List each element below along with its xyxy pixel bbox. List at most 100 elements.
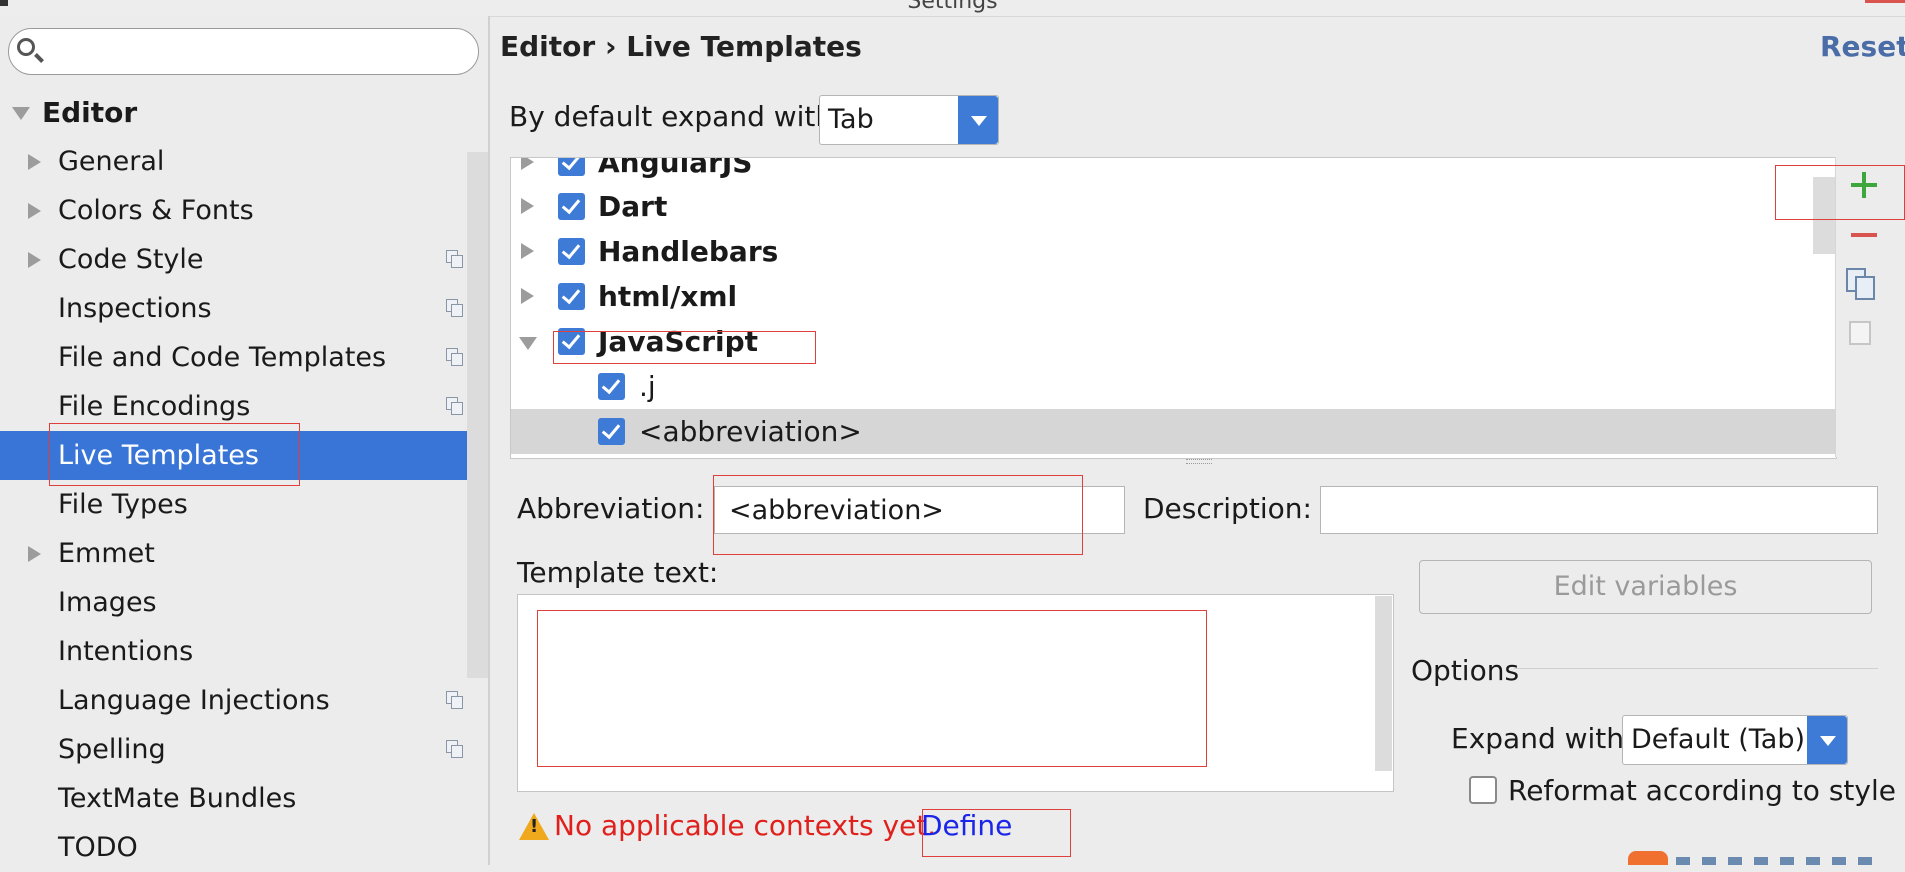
chevron-right-icon[interactable] [28, 546, 41, 562]
reset-link[interactable]: Reset [1820, 30, 1905, 63]
chevron-right-icon[interactable] [521, 288, 534, 304]
project-settings-icon [446, 299, 463, 317]
options-separator [1514, 668, 1878, 669]
reformat-checkbox[interactable] [1469, 776, 1497, 804]
annotation-box [49, 423, 300, 486]
dropdown-arrow-icon[interactable] [958, 96, 998, 144]
project-settings-icon [446, 348, 463, 366]
annotation-box [553, 331, 816, 364]
sidebar-item-label: Intentions [58, 636, 194, 667]
template-checkbox[interactable] [598, 373, 625, 400]
overlay-toolbar [1676, 857, 1876, 865]
sidebar-item-colors-fonts[interactable]: Colors & Fonts [0, 186, 488, 235]
description-label: Description: [1143, 492, 1312, 525]
template-text-label: Template text: [517, 556, 719, 589]
splitter-handle[interactable] [1186, 459, 1212, 464]
annotation-box [713, 475, 1083, 555]
sidebar-item-language-injections[interactable]: Language Injections [0, 676, 488, 725]
edit-variables-button[interactable]: Edit variables [1419, 560, 1872, 614]
chevron-right-icon[interactable] [521, 198, 534, 214]
sidebar-item-file-types[interactable]: File Types [0, 480, 488, 529]
group-label: html/xml [598, 280, 738, 313]
template-group-angularjs[interactable]: AngularJS [511, 157, 1836, 185]
group-label: AngularJS [598, 157, 753, 179]
group-label: Dart [598, 190, 668, 223]
title-bar: Settings [0, 0, 1905, 17]
dropdown-arrow-icon[interactable] [1807, 716, 1847, 764]
sidebar-item-emmet[interactable]: Emmet [0, 529, 488, 578]
expand-with-select[interactable]: Default (Tab) [1622, 715, 1848, 765]
template-group-dart[interactable]: Dart [511, 184, 1836, 229]
remove-icon[interactable] [1851, 233, 1877, 237]
project-settings-icon [446, 691, 463, 709]
expand-with-label: Expand with [1451, 722, 1625, 755]
sidebar-item-images[interactable]: Images [0, 578, 488, 627]
sidebar-root-label: Editor [42, 96, 138, 129]
template-group-html-xml[interactable]: html/xml [511, 274, 1836, 319]
project-settings-icon [446, 740, 463, 758]
chevron-right-icon[interactable] [28, 154, 41, 170]
sidebar-item-label: Code Style [58, 244, 204, 275]
no-contexts-warning: No applicable contexts yet. [554, 809, 937, 842]
sidebar-item-label: General [58, 146, 165, 177]
description-field[interactable] [1320, 486, 1878, 534]
sidebar-item-label: Language Injections [58, 685, 330, 716]
annotation-box [1775, 165, 1905, 220]
sidebar-item-label: Emmet [58, 538, 155, 569]
template-item-abbreviation[interactable]: <abbreviation> [511, 409, 1836, 454]
annotation-box [537, 610, 1207, 767]
template-item-j[interactable]: .j [511, 364, 1836, 409]
sidebar-item-textmate-bundles[interactable]: TextMate Bundles [0, 774, 488, 823]
sidebar-scrollbar[interactable] [467, 152, 488, 678]
project-settings-icon [446, 250, 463, 268]
template-checkbox[interactable] [598, 418, 625, 445]
reformat-label[interactable]: Reformat according to style [1508, 774, 1896, 807]
search-input[interactable] [8, 28, 479, 75]
group-label: Handlebars [598, 235, 779, 268]
sidebar-item-intentions[interactable]: Intentions [0, 627, 488, 676]
sidebar-item-inspections[interactable]: Inspections [0, 284, 488, 333]
abbreviation-label: Abbreviation: [517, 492, 705, 525]
warning-icon [519, 813, 549, 840]
window-title: Settings [907, 0, 998, 14]
sidebar-item-general[interactable]: General [0, 137, 488, 186]
restore-defaults-icon[interactable] [1849, 321, 1871, 345]
duplicate-icon[interactable] [1846, 268, 1875, 300]
options-label: Options [1411, 654, 1520, 687]
chevron-down-icon[interactable] [12, 107, 30, 120]
sidebar-item-label: Inspections [58, 293, 212, 324]
project-settings-icon [446, 397, 463, 415]
group-checkbox[interactable] [558, 283, 585, 310]
chevron-right-icon[interactable] [521, 158, 534, 170]
sidebar-item-label: Colors & Fonts [58, 195, 254, 226]
overlay-logo [1628, 851, 1668, 865]
sidebar-item-label: File Types [58, 489, 188, 520]
template-tree[interactable]: AngularJS Dart Handlebars html/xml JavaS… [510, 157, 1837, 459]
breadcrumb: Editor › Live Templates [500, 30, 862, 63]
group-checkbox[interactable] [558, 238, 585, 265]
sidebar-item-label: Images [58, 587, 157, 618]
chevron-right-icon[interactable] [28, 252, 41, 268]
group-checkbox[interactable] [558, 158, 585, 176]
sidebar-item-label: File and Code Templates [58, 342, 387, 373]
template-group-handlebars[interactable]: Handlebars [511, 229, 1836, 274]
sidebar-item-label: Spelling [58, 734, 166, 765]
pane-divider[interactable] [488, 16, 490, 865]
template-label: .j [639, 370, 656, 403]
sidebar-item-code-style[interactable]: Code Style [0, 235, 488, 284]
chevron-right-icon[interactable] [28, 203, 41, 219]
sidebar-item-spelling[interactable]: Spelling [0, 725, 488, 774]
close-icon[interactable] [1865, 0, 1905, 3]
chevron-down-icon[interactable] [519, 337, 537, 350]
group-checkbox[interactable] [558, 193, 585, 220]
search-icon [17, 38, 35, 56]
default-expand-label: By default expand with [509, 100, 834, 133]
default-expand-value: Tab [828, 104, 874, 135]
sidebar-item-file-code-templates[interactable]: File and Code Templates [0, 333, 488, 382]
default-expand-select[interactable]: Tab [819, 95, 999, 145]
sidebar-root-editor[interactable]: Editor [0, 88, 488, 137]
template-label: <abbreviation> [639, 415, 862, 448]
expand-with-value: Default (Tab) [1631, 724, 1806, 755]
chevron-right-icon[interactable] [521, 243, 534, 259]
template-text-scrollbar[interactable] [1375, 596, 1392, 771]
